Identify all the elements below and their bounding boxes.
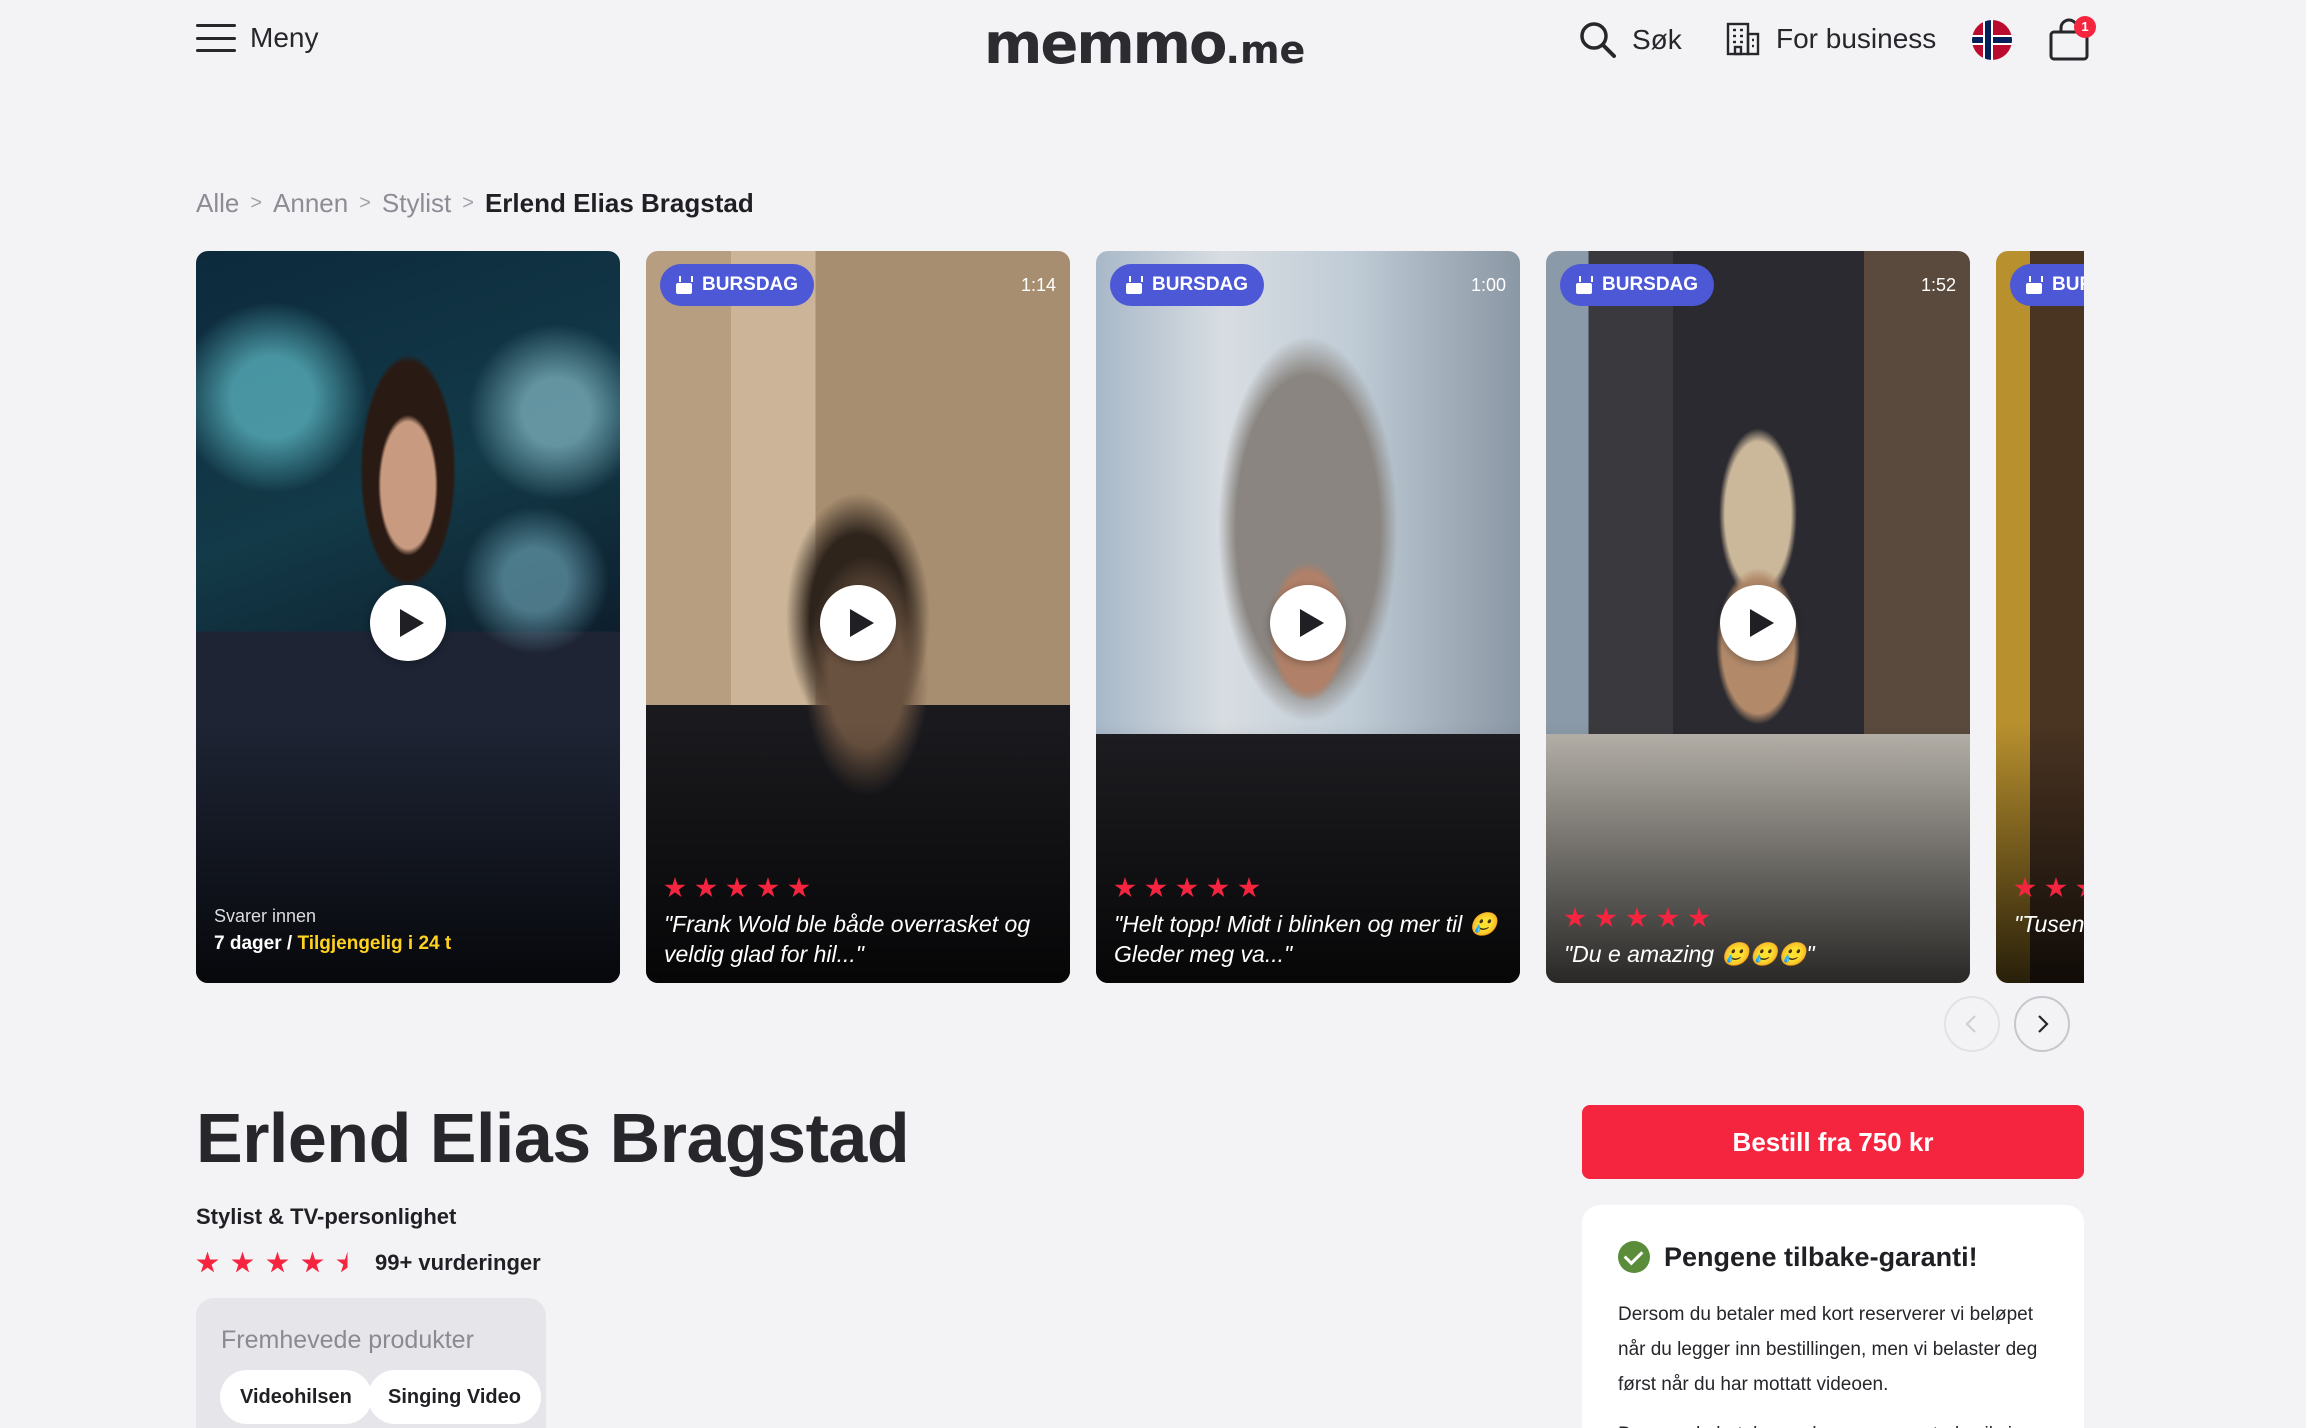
search-icon: [1580, 22, 1616, 58]
cake-icon: [1574, 276, 1594, 294]
menu-label: Meny: [250, 22, 319, 53]
video-card[interactable]: BURSDAG 1:14 "Frank Wold ble både overra…: [646, 251, 1070, 983]
money-back-guarantee-card: Pengene tilbake-garanti! Dersom du betal…: [1582, 1205, 2084, 1428]
video-carousel: Svarer innen 7 dager / Tilgjengelig i 24…: [196, 251, 2084, 983]
star-icon: [2014, 877, 2036, 898]
half-star-icon: [336, 1251, 359, 1273]
availability-text: Tilgjengelig i 24 t: [297, 933, 452, 954]
responds-value: 7 dager /: [214, 933, 293, 954]
intro-video-card[interactable]: Svarer innen 7 dager / Tilgjengelig i 24…: [196, 251, 620, 983]
chevron-right-icon: >: [462, 192, 474, 214]
carousel-next-button[interactable]: [2014, 996, 2070, 1052]
star-icon: [1595, 907, 1617, 928]
profile-subtitle: Stylist & TV-personlighet: [196, 1204, 457, 1229]
video-duration: 1:00: [1470, 275, 1506, 295]
star-icon: [1114, 877, 1136, 898]
review-stars: [2014, 877, 2084, 899]
review-stars: [1564, 907, 1710, 929]
star-icon: [1145, 877, 1167, 898]
cart-button[interactable]: 1: [2048, 16, 2096, 62]
product-chip-singing-video[interactable]: Singing Video: [368, 1370, 541, 1424]
building-icon: [1726, 22, 1760, 56]
video-duration: 1:14: [1020, 275, 1056, 295]
video-card[interactable]: BURSDAG 1:52 "Du e amazing 🥲🥲🥲": [1546, 251, 1970, 983]
review-quote: "Helt topp! Midt i blinken og mer til 🥲 …: [1114, 911, 1498, 967]
verified-badge-icon: [1618, 1241, 1650, 1273]
profile-rating[interactable]: 99+ vurderinger: [196, 1250, 541, 1276]
star-icon: [266, 1251, 289, 1273]
star-icon: [695, 877, 717, 898]
star-icon: [1626, 907, 1648, 928]
play-button[interactable]: [370, 585, 446, 661]
memmo-logo[interactable]: memmo.me: [984, 12, 1305, 77]
top-header: Meny memmo.me Søk For business 1: [0, 0, 2306, 90]
responds-label: Svarer innen: [214, 906, 317, 926]
search-button[interactable]: Søk: [1578, 20, 1682, 60]
search-label: Søk: [1632, 24, 1682, 55]
carousel-prev-button[interactable]: [1944, 996, 2000, 1052]
video-card[interactable]: BURSDAG "Tusen takk, veldig glad": [1996, 251, 2084, 983]
star-icon: [1238, 877, 1260, 898]
star-icon: [1688, 907, 1710, 928]
occasion-tag: BURSDAG: [1560, 264, 1715, 306]
guarantee-title: Pengene tilbake-garanti!: [1664, 1241, 1978, 1272]
star-icon: [301, 1251, 324, 1273]
hamburger-icon: [196, 24, 236, 52]
breadcrumb-item-annen[interactable]: Annen: [273, 188, 348, 219]
occasion-tag: BURSDAG: [660, 264, 815, 306]
breadcrumb-item-alle[interactable]: Alle: [196, 188, 239, 219]
star-icon: [196, 1251, 219, 1273]
cart-count-badge: 1: [2074, 16, 2096, 38]
chevron-right-icon: >: [359, 192, 371, 214]
cake-icon: [2024, 276, 2044, 294]
featured-products-title: Fremhevede produkter: [221, 1326, 474, 1354]
video-card[interactable]: BURSDAG 1:00 "Helt topp! Midt i blinken …: [1096, 251, 1520, 983]
star-icon: [2045, 877, 2067, 898]
featured-products: Fremhevede produkter Videohilsen Singing…: [196, 1298, 546, 1428]
breadcrumb-current: Erlend Elias Bragstad: [484, 188, 754, 218]
star-icon: [1207, 877, 1229, 898]
star-icon: [231, 1251, 254, 1273]
star-icon: [757, 877, 779, 898]
guarantee-text: Dersom du betaler med kort reserverer vi…: [1618, 1304, 2038, 1395]
play-button[interactable]: [1270, 585, 1346, 661]
rating-count: 99+ vurderinger: [375, 1250, 541, 1275]
for-business-link[interactable]: For business: [1724, 20, 1936, 58]
review-stars: [1114, 877, 1260, 899]
menu-button[interactable]: Meny: [196, 22, 318, 54]
star-icon: [726, 877, 748, 898]
occasion-tag: BURSDAG: [1110, 264, 1265, 306]
breadcrumb-item-stylist[interactable]: Stylist: [382, 188, 451, 219]
chevron-right-icon: >: [250, 192, 263, 214]
chevron-left-icon: [1965, 1015, 1976, 1033]
breadcrumb: Alle > Annen > Stylist > Erlend Elias Br…: [196, 188, 754, 219]
product-chip-videohilsen[interactable]: Videohilsen: [220, 1370, 372, 1424]
chevron-right-icon: [2038, 1015, 2049, 1033]
play-button[interactable]: [1720, 585, 1796, 661]
play-button[interactable]: [820, 585, 896, 661]
video-duration: 1:52: [1920, 275, 1956, 295]
cake-icon: [1124, 276, 1144, 294]
review-quote: "Frank Wold ble både overrasket og veldi…: [664, 911, 1031, 967]
star-icon: [788, 877, 810, 898]
response-time: Svarer innen 7 dager / Tilgjengelig i 24…: [214, 906, 451, 955]
occasion-tag: BURSDAG: [2010, 264, 2084, 306]
order-button[interactable]: Bestill fra 750 kr: [1582, 1105, 2084, 1179]
star-icon: [1564, 907, 1586, 928]
page-title: Erlend Elias Bragstad: [196, 1099, 910, 1177]
norway-flag-icon[interactable]: [1972, 20, 2012, 60]
for-business-label: For business: [1776, 23, 1937, 54]
star-icon: [664, 877, 686, 898]
review-stars: [664, 877, 810, 899]
star-icon: [1657, 907, 1679, 928]
review-quote: "Du e amazing 🥲🥲🥲": [1564, 941, 1815, 967]
star-icon: [2076, 877, 2084, 898]
cake-icon: [674, 276, 694, 294]
review-quote: "Tusen takk, veldig glad": [2014, 911, 2084, 937]
star-icon: [1176, 877, 1198, 898]
guarantee-text-more: Dersom du betaler med en annen metode vi…: [1618, 1417, 2058, 1428]
